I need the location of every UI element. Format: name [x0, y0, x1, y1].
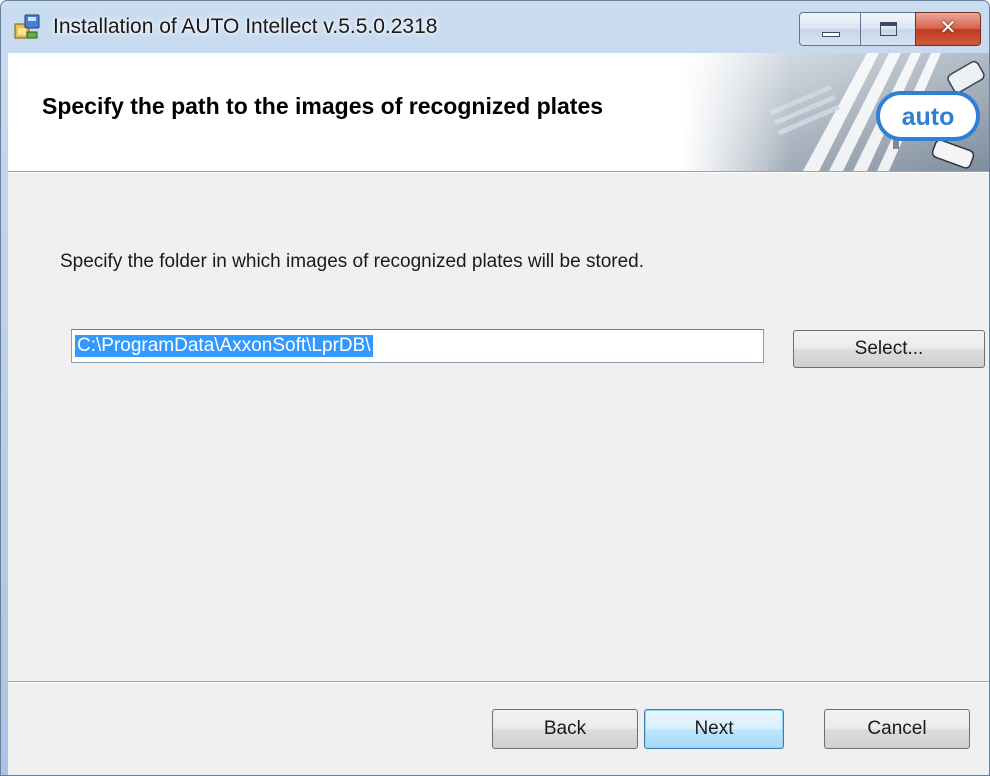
close-button[interactable]: ✕ [915, 12, 981, 46]
dialog-client-area: Specify the path to the images of recogn… [8, 53, 989, 775]
footer-divider [8, 681, 989, 683]
folder-path-input[interactable]: C:\ProgramData\AxxonSoft\LprDB\ [71, 329, 764, 363]
cancel-button[interactable]: Cancel [824, 709, 970, 749]
svg-text:auto: auto [902, 103, 955, 131]
close-icon: ✕ [939, 17, 957, 39]
next-button[interactable]: Next [644, 709, 784, 749]
maximize-icon [880, 22, 897, 36]
auto-logo: auto [876, 91, 980, 141]
folder-path-value: C:\ProgramData\AxxonSoft\LprDB\ [75, 335, 373, 357]
title-bar[interactable]: Installation of AUTO Intellect v.5.5.0.2… [1, 1, 989, 61]
maximize-button[interactable] [860, 12, 916, 46]
installer-window: Installation of AUTO Intellect v.5.5.0.2… [0, 0, 990, 776]
select-folder-button[interactable]: Select... [793, 330, 985, 368]
instruction-text: Specify the folder in which images of re… [60, 251, 645, 272]
page-title: Specify the path to the images of recogn… [42, 93, 604, 119]
traffic-crossing-image: auto [683, 53, 989, 171]
minimize-icon [822, 32, 840, 37]
header-divider [8, 171, 989, 173]
window-title: Installation of AUTO Intellect v.5.5.0.2… [53, 15, 438, 38]
back-button[interactable]: Back [492, 709, 638, 749]
installer-icon [14, 14, 40, 39]
minimize-button[interactable] [799, 12, 861, 46]
header-banner: Specify the path to the images of recogn… [8, 53, 989, 171]
